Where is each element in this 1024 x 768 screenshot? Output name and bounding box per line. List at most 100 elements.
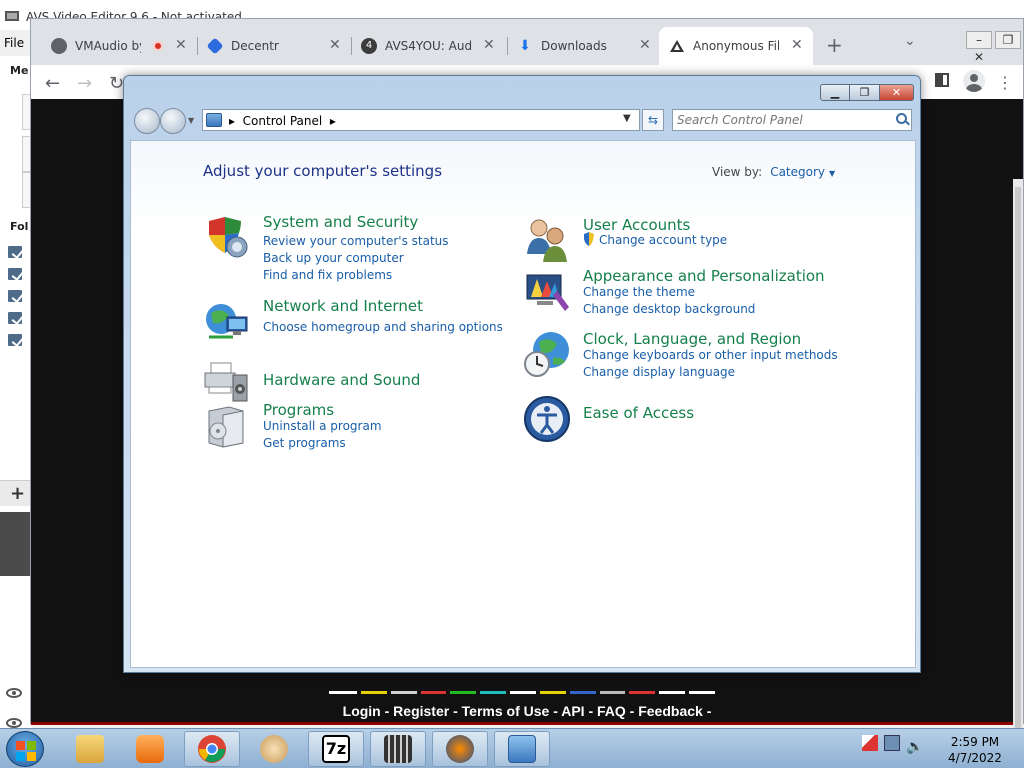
close-icon[interactable]: ✕ xyxy=(329,37,341,53)
search-icon[interactable] xyxy=(896,113,907,124)
tab-anonymous-file[interactable]: Anonymous File ✕ xyxy=(659,27,813,65)
scrollbar[interactable] xyxy=(1013,179,1023,768)
close-icon[interactable]: ✕ xyxy=(483,37,495,53)
anonymous-file-icon xyxy=(670,40,684,52)
programs-box-icon xyxy=(208,406,244,448)
tab-label: Decentr xyxy=(231,39,279,53)
appearance-icon xyxy=(526,274,569,311)
category-title-system-security[interactable]: System and Security xyxy=(263,213,418,231)
tab-vmaudio[interactable]: VMAudio by ✕ xyxy=(51,27,191,65)
minimize-button[interactable]: – xyxy=(966,31,992,49)
category-title-appearance[interactable]: Appearance and Personalization xyxy=(583,267,825,285)
navigation-bar: ▼ ▸ Control Panel ▸ ▼ ⇆ xyxy=(130,106,914,136)
refresh-button[interactable]: ⇆ xyxy=(642,109,664,131)
taskbar-7zip[interactable]: 7z xyxy=(308,731,364,767)
breadcrumb-control-panel[interactable]: Control Panel xyxy=(243,114,323,128)
profile-avatar-icon[interactable] xyxy=(963,70,985,92)
action-center-icon[interactable] xyxy=(862,735,878,751)
link-homegroup[interactable]: Choose homegroup and sharing options xyxy=(263,320,503,334)
network-globe-icon xyxy=(206,304,248,339)
control-panel-icon xyxy=(206,113,222,127)
volume-icon[interactable]: 🔈 xyxy=(906,739,923,755)
tab-strip: VMAudio by ✕ Decentr ✕ 4 AVS4YOU: Audio … xyxy=(31,19,1023,65)
taskbar-clock[interactable]: 2:59 PM 4/7/2022 xyxy=(944,734,1006,766)
tab-search-dropdown-icon[interactable]: ⌄ xyxy=(904,33,916,49)
link-display-language[interactable]: Change display language xyxy=(583,365,735,379)
eye-icon[interactable] xyxy=(6,718,22,728)
maximize-button[interactable]: ❐ xyxy=(995,31,1021,49)
window-controls: ▁ ❐ ✕ xyxy=(820,84,914,101)
taskbar-paint[interactable] xyxy=(246,731,302,767)
link-desktop-background[interactable]: Change desktop background xyxy=(583,302,755,316)
taskbar-control-panel[interactable] xyxy=(494,731,550,767)
minimize-button[interactable]: ▁ xyxy=(820,84,850,101)
taskbar-audio-editor[interactable] xyxy=(432,731,488,767)
taskbar-chrome[interactable] xyxy=(184,731,240,767)
tab-label: Downloads xyxy=(541,39,607,53)
link-change-keyboards[interactable]: Change keyboards or other input methods xyxy=(583,348,838,362)
breadcrumb[interactable]: ▸ Control Panel ▸ xyxy=(229,114,336,128)
close-icon[interactable]: ✕ xyxy=(791,37,803,53)
tab-label: VMAudio by xyxy=(75,39,141,53)
link-find-fix[interactable]: Find and fix problems xyxy=(263,268,392,282)
forward-button[interactable] xyxy=(160,108,186,134)
recent-pages-dropdown-icon[interactable]: ▼ xyxy=(188,116,194,125)
forward-icon[interactable]: → xyxy=(77,73,92,94)
restore-icon: ❐ xyxy=(859,86,870,99)
eye-icon[interactable] xyxy=(6,688,22,698)
folder-checkbox[interactable] xyxy=(8,268,22,280)
link-change-theme[interactable]: Change the theme xyxy=(583,285,695,299)
link-uninstall[interactable]: Uninstall a program xyxy=(263,419,382,433)
link-get-programs[interactable]: Get programs xyxy=(263,436,346,450)
scrollbar-thumb[interactable] xyxy=(1015,187,1021,747)
start-button[interactable] xyxy=(6,731,44,767)
add-button[interactable]: + xyxy=(0,480,32,506)
folder-checkbox[interactable] xyxy=(8,290,22,302)
category-ease-of-access: Ease of Access xyxy=(523,395,853,445)
category-title-user-accounts[interactable]: User Accounts xyxy=(583,216,690,234)
category-title-network-internet[interactable]: Network and Internet xyxy=(263,297,423,315)
folder-checkbox[interactable] xyxy=(8,246,22,258)
taskbar-file-explorer[interactable] xyxy=(62,731,118,767)
new-tab-button[interactable]: + xyxy=(826,33,843,57)
taskbar-video-editor[interactable] xyxy=(370,731,426,767)
close-button[interactable]: ✕ xyxy=(880,84,914,101)
maximize-button[interactable]: ❐ xyxy=(850,84,880,101)
taskbar-media-player[interactable] xyxy=(122,731,178,767)
reload-icon[interactable]: ↻ xyxy=(109,73,124,94)
view-by-dropdown[interactable]: Category xyxy=(770,165,825,179)
category-programs: Programs Uninstall a program Get program… xyxy=(203,401,503,461)
chevron-down-icon[interactable]: ▼ xyxy=(829,169,835,178)
tab-downloads[interactable]: ⬇ Downloads ✕ xyxy=(517,27,657,65)
avs-menu-file[interactable]: File xyxy=(4,36,24,50)
close-icon[interactable]: ✕ xyxy=(175,37,187,53)
tab-decentr[interactable]: Decentr ✕ xyxy=(206,27,347,65)
category-title-clock-language-region[interactable]: Clock, Language, and Region xyxy=(583,330,801,348)
category-title-ease-of-access[interactable]: Ease of Access xyxy=(583,404,694,422)
more-menu-icon[interactable]: ⋮ xyxy=(997,73,1013,92)
folder-checkbox[interactable] xyxy=(8,334,22,346)
minimize-icon: ▁ xyxy=(830,86,840,99)
avs-left-label-folders: Fol xyxy=(10,220,29,233)
tab-avs4you[interactable]: 4 AVS4YOU: Audio ✕ xyxy=(361,27,501,65)
side-panel-icon[interactable] xyxy=(935,73,949,87)
category-title-hardware-sound[interactable]: Hardware and Sound xyxy=(263,371,420,389)
category-title-programs[interactable]: Programs xyxy=(263,401,334,419)
plus-icon: + xyxy=(10,483,26,504)
link-back-up[interactable]: Back up your computer xyxy=(263,251,404,265)
close-icon[interactable]: ✕ xyxy=(639,37,651,53)
back-button[interactable] xyxy=(134,108,160,134)
network-icon[interactable] xyxy=(884,735,900,751)
link-review-status[interactable]: Review your computer's status xyxy=(263,234,449,248)
vmaudio-icon xyxy=(51,38,67,54)
address-bar[interactable]: ▸ Control Panel ▸ ▼ xyxy=(202,109,640,131)
paint-icon xyxy=(260,735,288,763)
back-icon[interactable]: ← xyxy=(45,73,60,94)
address-dropdown-icon[interactable]: ▼ xyxy=(623,113,631,124)
link-change-account-type[interactable]: Change account type xyxy=(599,233,727,247)
search-input[interactable] xyxy=(677,112,883,128)
folder-checkbox[interactable] xyxy=(8,312,22,324)
users-icon xyxy=(527,219,567,262)
footer-links[interactable]: Login - Register - Terms of Use - API - … xyxy=(31,703,1023,719)
search-box[interactable] xyxy=(672,109,912,131)
